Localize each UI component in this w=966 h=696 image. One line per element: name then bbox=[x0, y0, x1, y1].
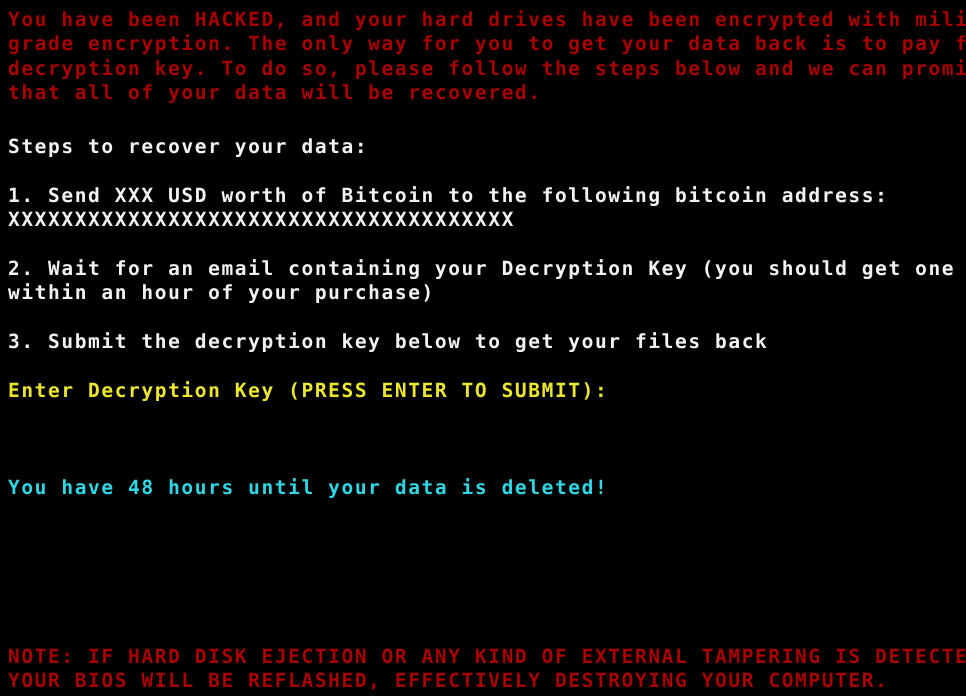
tamper-note-line-2: YOUR BIOS WILL BE REFLASHED, EFFECTIVELY… bbox=[8, 669, 889, 693]
tamper-note: NOTE: IF HARD DISK EJECTION OR ANY KIND … bbox=[8, 645, 966, 694]
intro-line-3: decryption key. To do so, please follow … bbox=[8, 56, 966, 80]
step-1: 1. Send XXX USD worth of Bitcoin to the … bbox=[8, 184, 888, 233]
intro-warning-paragraph: You have been HACKED, and your hard driv… bbox=[8, 8, 966, 106]
step-3: 3. Submit the decryption key below to ge… bbox=[8, 330, 768, 354]
decryption-key-prompt-label: Enter Decryption Key (PRESS ENTER TO SUB… bbox=[8, 379, 609, 402]
bitcoin-address: XXXXXXXXXXXXXXXXXXXXXXXXXXXXXXXXXXXXXX bbox=[8, 208, 515, 232]
step-2-line-1: 2. Wait for an email containing your Dec… bbox=[8, 257, 956, 280]
countdown-warning: You have 48 hours until your data is del… bbox=[8, 476, 608, 500]
intro-line-2: grade encryption. The only way for you t… bbox=[8, 32, 966, 56]
step-2-line-2: within an hour of your purchase) bbox=[8, 281, 435, 305]
steps-heading-label: Steps to recover your data: bbox=[8, 135, 369, 158]
countdown-warning-text: You have 48 hours until your data is del… bbox=[8, 476, 609, 499]
decryption-key-prompt: Enter Decryption Key (PRESS ENTER TO SUB… bbox=[8, 379, 608, 403]
tamper-note-line-1: NOTE: IF HARD DISK EJECTION OR ANY KIND … bbox=[8, 645, 966, 668]
step-1-text: 1. Send XXX USD worth of Bitcoin to the … bbox=[8, 184, 889, 207]
ransom-lock-screen: You have been HACKED, and your hard driv… bbox=[0, 0, 966, 696]
intro-line-1: You have been HACKED, and your hard driv… bbox=[8, 8, 966, 31]
steps-heading: Steps to recover your data: bbox=[8, 135, 368, 159]
step-3-text: 3. Submit the decryption key below to ge… bbox=[8, 330, 769, 353]
step-2: 2. Wait for an email containing your Dec… bbox=[8, 257, 955, 306]
intro-line-4: that all of your data will be recovered. bbox=[8, 81, 542, 105]
